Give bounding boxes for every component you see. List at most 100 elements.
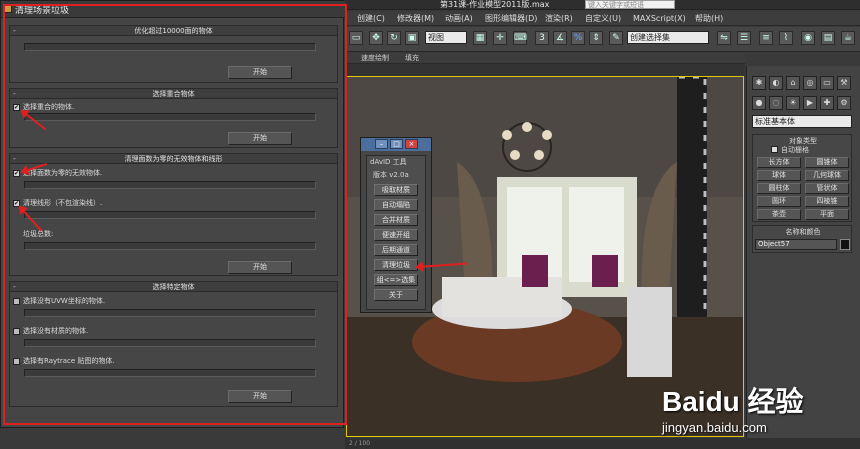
rollout-special-header[interactable]: - 选择特定物体 [10,282,337,292]
display-tab-icon[interactable]: ▭ [820,76,834,90]
geosphere-button[interactable]: 几何球体 [805,170,849,181]
auto-collapse-button[interactable]: 自动塌陷 [374,199,418,211]
clean-shapes-label: 清理线形（不包渲染线）. [23,199,103,207]
close-icon[interactable]: × [405,139,418,149]
rollout-overlap-title: 选择重合物体 [152,90,195,98]
overlap-progress-bar [24,113,316,121]
menu-graph-editors[interactable]: 图形编辑器(D) [485,12,537,26]
object-name-input[interactable]: Object57 [755,239,837,250]
scale-icon[interactable]: ▣ [405,31,419,45]
tool-titlebar[interactable]: – □ × [361,138,431,151]
rotate-icon[interactable]: ↻ [387,31,401,45]
cone-button[interactable]: 圆锥体 [805,157,849,168]
menu-create[interactable]: 创建(C) [357,12,385,26]
render-icon[interactable]: ☕ [841,31,855,45]
pivot-icon[interactable]: ▦ [473,31,487,45]
primitive-type-dropdown[interactable]: 标准基本体 [752,115,852,128]
empty-objects-progress-bar [24,181,316,189]
pick-material-button[interactable]: 吸取材质 [374,184,418,196]
edit-named-sets-icon[interactable]: ✎ [609,31,623,45]
angle-snap-icon[interactable]: ∡ [553,31,567,45]
align-icon[interactable]: ☰ [737,31,751,45]
rollout-overlap-header[interactable]: - 选择重合物体 [10,89,337,99]
collapse-icon[interactable]: - [13,26,16,36]
hierarchy-tab-icon[interactable]: ⌂ [786,76,800,90]
material-editor-icon[interactable]: ◉ [801,31,815,45]
no-material-checkbox[interactable] [13,328,20,335]
helpers-icon[interactable]: ✚ [820,96,834,110]
ribbon-tab-speed-paint[interactable]: 速度绘制 [361,53,389,64]
empty-objects-start-button[interactable]: 开始 [228,261,292,274]
motion-tab-icon[interactable]: ◎ [803,76,817,90]
geometry-icon[interactable]: ● [752,96,766,110]
spinner-snap-icon[interactable]: ⇕ [589,31,603,45]
keyboard-shortcut-icon[interactable]: ⌨ [513,31,527,45]
post-channel-button[interactable]: 后期通道 [374,244,418,256]
collapse-icon[interactable]: - [13,154,16,164]
clean-garbage-button[interactable]: 清理垃圾 [374,259,418,271]
object-color-swatch[interactable] [840,239,850,250]
quick-open-group-button[interactable]: 便速开组 [374,229,418,241]
menu-maxscript[interactable]: MAXScript(X) [633,12,686,26]
autogrid-checkbox[interactable] [771,146,778,153]
rollout-optimize: - 优化超过10000面的物体 开始 [9,25,338,83]
group-selection-button[interactable]: 组<=>选集 [374,274,418,286]
tube-button[interactable]: 管状体 [805,183,849,194]
menu-modifiers[interactable]: 修改器(M) [397,12,434,26]
teapot-button[interactable]: 茶壶 [757,209,801,220]
david-tool-window: – □ × dAvID 工具 版本 v2.0a 吸取材质 自动塌陷 合并材质 便… [360,137,432,313]
rollout-empty-header[interactable]: - 清理面数为零的无效物体和线形 [10,154,337,164]
box-button[interactable]: 长方体 [757,157,801,168]
layer-manager-icon[interactable]: ≡ [759,31,773,45]
no-uvw-label: 选择没有UVW坐标的物体. [23,297,106,305]
sphere-button[interactable]: 球体 [757,170,801,181]
systems-icon[interactable]: ⚙ [837,96,851,110]
tool-version: 版本 v2.0a [373,171,409,179]
mirror-icon[interactable]: ⇋ [717,31,731,45]
overlap-label: 选择重合的物体. [23,103,75,111]
document-title: 第31课-作业模型2011版.max [440,0,550,9]
minimize-icon[interactable]: – [375,139,388,149]
named-selection-dropdown[interactable]: 创建选择集 [627,31,709,44]
ribbon-tab-populate[interactable]: 填充 [405,53,419,64]
snap-3d-icon[interactable]: 3 [535,31,549,45]
move-icon[interactable]: ✥ [369,31,383,45]
optimize-start-button[interactable]: 开始 [228,66,292,79]
lights-icon[interactable]: ☀ [786,96,800,110]
ribbon-tabs: 速度绘制 填充 [345,53,745,64]
search-input[interactable]: 键入关键字或短语 [585,0,675,9]
torus-button[interactable]: 圆环 [757,196,801,207]
maximize-icon[interactable]: □ [390,139,403,149]
utilities-tab-icon[interactable]: ⚒ [837,76,851,90]
menu-customize[interactable]: 自定义(U) [585,12,621,26]
no-uvw-progress-bar [24,309,316,317]
special-objects-start-button[interactable]: 开始 [228,390,292,403]
merge-material-button[interactable]: 合并材质 [374,214,418,226]
create-tab-icon[interactable]: ✱ [752,76,766,90]
collapse-icon[interactable]: - [13,89,16,99]
render-setup-icon[interactable]: ▤ [821,31,835,45]
cameras-icon[interactable]: ▶ [803,96,817,110]
manipulate-icon[interactable]: ✛ [493,31,507,45]
cylinder-button[interactable]: 圆柱体 [757,183,801,194]
modify-tab-icon[interactable]: ◐ [769,76,783,90]
curve-editor-icon[interactable]: ⌇ [779,31,793,45]
name-color-title: 名称和颜色 [785,228,821,236]
percent-snap-icon[interactable]: % [571,31,585,45]
plane-button[interactable]: 平面 [805,209,849,220]
menu-animation[interactable]: 动画(A) [445,12,473,26]
shapes-icon[interactable]: ◌ [769,96,783,110]
menu-help[interactable]: 帮助(H) [695,12,723,26]
pyramid-button[interactable]: 四棱锥 [805,196,849,207]
raytrace-checkbox[interactable] [13,358,20,365]
no-uvw-checkbox[interactable] [13,298,20,305]
reference-coord-dropdown[interactable]: 视图 [425,31,467,44]
rollout-optimize-header[interactable]: - 优化超过10000面的物体 [10,26,337,36]
about-button[interactable]: 关于 [374,289,418,301]
menu-rendering[interactable]: 渲染(R) [545,12,573,26]
menu-bar: 创建(C) 修改器(M) 动画(A) 图形编辑器(D) 渲染(R) 自定义(U)… [345,12,860,26]
clean-scene-dialog: 清理场景垃圾 - 优化超过10000面的物体 开始 - 选择重合物体 ✔ 选择重合的… [0,0,345,428]
collapse-icon[interactable]: - [13,282,16,292]
select-icon[interactable]: ▭ [349,31,363,45]
overlap-start-button[interactable]: 开始 [228,132,292,145]
